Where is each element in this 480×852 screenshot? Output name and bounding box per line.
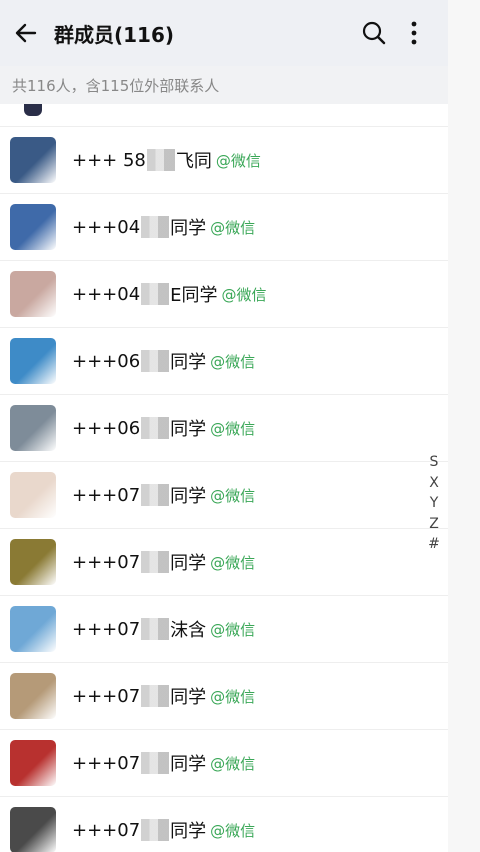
pixelated-text (141, 216, 170, 238)
member-name-suffix: 飞同 (175, 151, 212, 172)
list-item[interactable]: +++ 58 飞同 @微信 (0, 127, 448, 194)
member-name: +++04 E同学 @微信 (72, 281, 267, 307)
avatar (10, 137, 56, 183)
member-name-suffix: 同学 (170, 687, 207, 708)
member-name-suffix: E同学 (170, 285, 218, 306)
more-vertical-icon (411, 21, 417, 45)
index-letter[interactable]: Z (429, 514, 439, 535)
member-name: +++07 同学 @微信 (72, 482, 255, 508)
member-name: +++06 同学 @微信 (72, 348, 255, 374)
avatar (10, 740, 56, 786)
member-name-prefix: +++07 (72, 551, 141, 573)
pixelated-text (141, 551, 170, 573)
member-name: +++07 同学 @微信 (72, 750, 255, 776)
member-name-prefix: +++06 (72, 350, 141, 372)
list-item[interactable]: +++07 同学 @微信 (0, 663, 448, 730)
member-name: +++04 同学 @微信 (72, 214, 255, 240)
back-button[interactable] (6, 13, 46, 53)
background-strip (448, 0, 480, 852)
index-letter[interactable]: X (429, 473, 439, 494)
member-name: +++06 同学 @微信 (72, 415, 255, 441)
pixelated-text (141, 819, 170, 841)
index-letter[interactable]: Y (430, 493, 439, 514)
index-letter[interactable]: S (430, 452, 439, 473)
wechat-tag: @微信 (210, 821, 256, 840)
wechat-tag: @微信 (210, 486, 256, 505)
arrow-left-icon (15, 23, 37, 43)
page-title: 群成员(116) (54, 22, 175, 47)
avatar (10, 338, 56, 384)
avatar (10, 204, 56, 250)
alphabet-index[interactable]: S X Y Z # (426, 452, 442, 555)
member-name: +++ 58 飞同 @微信 (72, 147, 261, 173)
pixelated-text (141, 685, 170, 707)
member-name-prefix: +++07 (72, 618, 141, 640)
pixelated-text (141, 752, 170, 774)
list-item[interactable]: +++07 同学 @微信 (0, 797, 448, 852)
wechat-tag: @微信 (210, 419, 256, 438)
pixelated-text (141, 618, 170, 640)
member-name-prefix: +++07 (72, 685, 141, 707)
wechat-tag: @微信 (221, 285, 267, 304)
list-item-partial[interactable] (0, 104, 448, 127)
member-summary: 共116人，含115位外部联系人 (0, 66, 448, 104)
list-item[interactable]: +++04 同学 @微信 (0, 194, 448, 261)
wechat-tag: @微信 (215, 151, 261, 170)
wechat-tag: @微信 (210, 553, 256, 572)
list-item[interactable]: +++07 同学 @微信 (0, 730, 448, 797)
member-name: +++07 同学 @微信 (72, 817, 255, 843)
member-name-suffix: 同学 (170, 352, 207, 373)
list-item[interactable]: +++06 同学 @微信 (0, 328, 448, 395)
member-list[interactable]: +++ 58 飞同 @微信 +++04 同学 @微信 +++04 E同学 @微信 +++06 同学 @… (0, 104, 448, 852)
top-bar: 群成员(116) (0, 0, 448, 66)
list-item[interactable]: +++07 沫含 @微信 (0, 596, 448, 663)
wechat-tag: @微信 (210, 754, 256, 773)
avatar (10, 472, 56, 518)
member-name-prefix: +++ 58 (72, 149, 146, 171)
pixelated-text (146, 149, 175, 171)
member-name-suffix: 同学 (170, 553, 207, 574)
avatar (10, 271, 56, 317)
screen: 群成员(116) 共116人，含115位外部联系人 +++ 58 飞同 @微信 +++… (0, 0, 448, 852)
avatar (10, 673, 56, 719)
member-name-suffix: 沫含 (170, 620, 207, 641)
wechat-tag: @微信 (210, 218, 256, 237)
pixelated-text (141, 283, 170, 305)
search-icon (362, 21, 386, 45)
avatar (24, 104, 42, 116)
list-item[interactable]: +++06 同学 @微信 (0, 395, 448, 462)
member-name-prefix: +++04 (72, 216, 141, 238)
member-name-prefix: +++06 (72, 417, 141, 439)
wechat-tag: @微信 (210, 620, 256, 639)
member-name: +++07 同学 @微信 (72, 683, 255, 709)
member-name: +++07 沫含 @微信 (72, 616, 255, 642)
member-name-prefix: +++07 (72, 752, 141, 774)
member-name-prefix: +++04 (72, 283, 141, 305)
index-letter[interactable]: # (428, 534, 440, 555)
member-name-suffix: 同学 (170, 821, 207, 842)
list-item[interactable]: +++04 E同学 @微信 (0, 261, 448, 328)
avatar (10, 405, 56, 451)
pixelated-text (141, 350, 170, 372)
avatar (10, 539, 56, 585)
member-name-suffix: 同学 (170, 419, 207, 440)
member-name-prefix: +++07 (72, 484, 141, 506)
wechat-tag: @微信 (210, 687, 256, 706)
avatar (10, 807, 56, 852)
search-button[interactable] (354, 13, 394, 53)
pixelated-text (141, 484, 170, 506)
member-name-suffix: 同学 (170, 754, 207, 775)
member-name-suffix: 同学 (170, 218, 207, 239)
wechat-tag: @微信 (210, 352, 256, 371)
avatar (10, 606, 56, 652)
member-name-suffix: 同学 (170, 486, 207, 507)
list-item[interactable]: +++07 同学 @微信 (0, 529, 448, 596)
member-name: +++07 同学 @微信 (72, 549, 255, 575)
member-name-prefix: +++07 (72, 819, 141, 841)
list-item[interactable]: +++07 同学 @微信 (0, 462, 448, 529)
pixelated-text (141, 417, 170, 439)
more-button[interactable] (394, 13, 434, 53)
